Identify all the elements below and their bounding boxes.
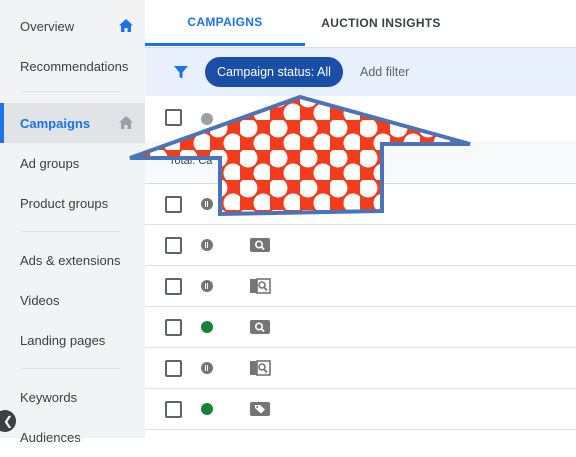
paused-status-icon xyxy=(201,362,213,374)
total-label: Total: Ca xyxy=(169,155,213,167)
sidebar-item-label: Ad groups xyxy=(20,155,80,171)
table-row[interactable] xyxy=(145,184,576,225)
sidebar-item-overview[interactable]: Overview xyxy=(0,6,145,46)
campaign-status-filter-chip[interactable]: Campaign status: All xyxy=(205,57,343,87)
sidebar-item-label: Ads & extensions xyxy=(20,252,121,268)
chevron-left-icon: ❮ xyxy=(2,414,14,428)
sidebar-divider xyxy=(22,368,120,369)
search-campaign-icon xyxy=(250,320,270,334)
sidebar-item-recommendations[interactable]: Recommendations xyxy=(0,46,145,86)
sidebar-item-product-groups[interactable]: Product groups xyxy=(0,183,145,223)
paused-status-icon xyxy=(201,239,213,251)
search-campaign-icon xyxy=(250,238,270,252)
sidebar-item-videos[interactable]: Videos xyxy=(0,280,145,320)
sidebar-item-label: Product groups xyxy=(20,195,109,211)
table-row[interactable] xyxy=(145,389,576,430)
filter-bar: Campaign status: All Add filter xyxy=(145,48,576,96)
sidebar-item-label: Campaigns xyxy=(20,115,91,131)
home-icon xyxy=(119,19,133,32)
paused-status-icon xyxy=(201,280,213,292)
search-network-icon xyxy=(250,360,271,376)
row-checkbox[interactable] xyxy=(165,196,182,213)
table-header-row xyxy=(145,97,576,142)
sidebar-divider xyxy=(22,231,120,232)
table-row[interactable] xyxy=(145,348,576,389)
sidebar-item-audiences[interactable]: Audiences xyxy=(0,417,145,457)
sidebar-item-keywords[interactable]: Keywords xyxy=(0,377,145,417)
sidebar-nav: Overview Recommendations Campaigns Ad gr… xyxy=(0,0,145,445)
sidebar-item-label: Videos xyxy=(20,292,60,308)
home-icon xyxy=(119,116,133,129)
enabled-status-icon xyxy=(201,321,213,333)
table-row[interactable] xyxy=(145,225,576,266)
tab-bar: CAMPAIGNS AUCTION INSIGHTS xyxy=(145,0,576,48)
tab-auction-insights[interactable]: AUCTION INSIGHTS xyxy=(305,0,457,46)
row-checkbox[interactable] xyxy=(165,360,182,377)
sidebar-item-landing-pages[interactable]: Landing pages xyxy=(0,320,145,360)
sidebar-item-label: Recommendations xyxy=(20,58,129,74)
select-all-checkbox[interactable] xyxy=(165,109,182,126)
sidebar-item-label: Keywords xyxy=(20,389,78,405)
row-checkbox[interactable] xyxy=(165,319,182,336)
row-checkbox[interactable] xyxy=(165,401,182,418)
search-network-icon xyxy=(250,278,271,294)
table-total-row: Total: Ca xyxy=(145,141,576,184)
sidebar-item-campaigns[interactable]: Campaigns xyxy=(0,103,145,143)
main-content: CAMPAIGNS AUCTION INSIGHTS Campaign stat… xyxy=(145,0,576,438)
table-row[interactable] xyxy=(145,266,576,307)
sidebar-item-ads-extensions[interactable]: Ads & extensions xyxy=(0,240,145,280)
enabled-status-icon xyxy=(201,403,213,415)
status-header-dot xyxy=(201,113,213,125)
sidebar-item-ad-groups[interactable]: Ad groups xyxy=(0,143,145,183)
sidebar-item-label: Audiences xyxy=(20,429,81,445)
row-checkbox[interactable] xyxy=(165,278,182,295)
sidebar-item-label: Landing pages xyxy=(20,332,106,348)
sidebar-divider xyxy=(22,91,120,92)
row-checkbox[interactable] xyxy=(165,237,182,254)
add-filter-button[interactable]: Add filter xyxy=(360,65,409,79)
filter-icon[interactable] xyxy=(173,64,189,80)
sidebar-item-label: Overview xyxy=(20,18,75,34)
shopping-tag-icon xyxy=(250,402,270,416)
paused-status-icon xyxy=(201,198,213,210)
table-row[interactable] xyxy=(145,307,576,348)
tab-campaigns[interactable]: CAMPAIGNS xyxy=(145,0,305,46)
